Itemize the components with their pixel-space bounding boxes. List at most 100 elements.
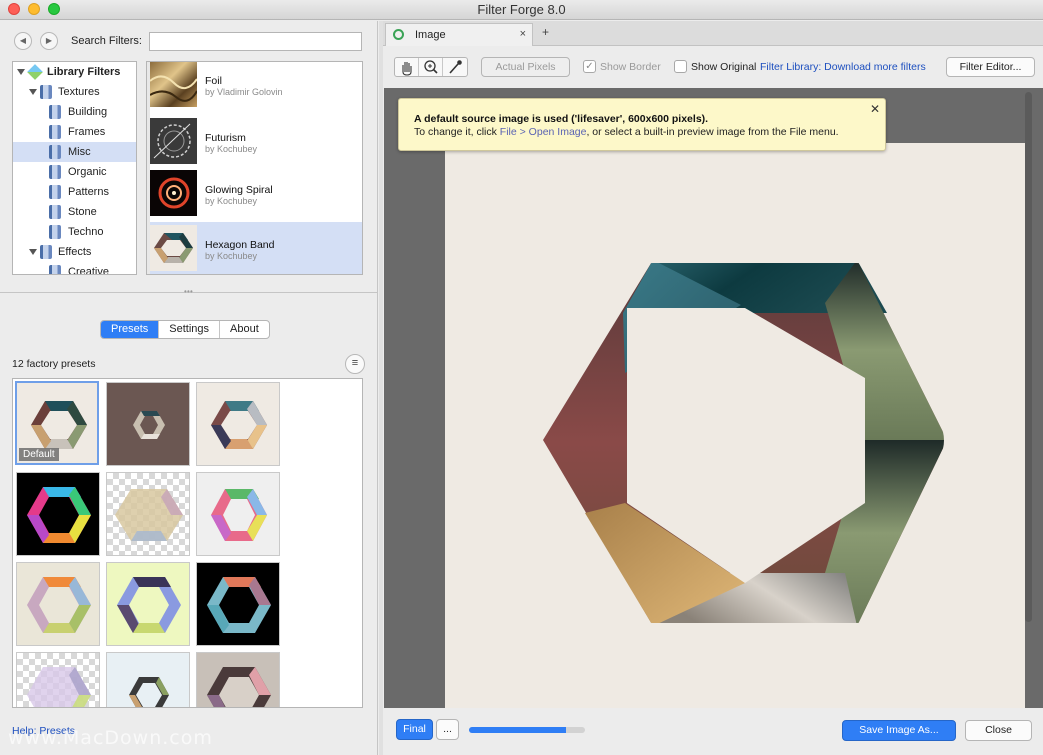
filter-library-link[interactable]: Filter Library: Download more filters <box>760 61 926 73</box>
filter-editor-button[interactable]: Filter Editor... <box>946 57 1035 77</box>
tab-settings[interactable]: Settings <box>159 321 221 338</box>
render-progress-bar <box>469 727 585 733</box>
tab-image[interactable]: Image × <box>385 23 533 46</box>
preset-menu-icon[interactable]: ≡ <box>345 354 365 374</box>
hexagon-preview-icon <box>27 577 91 633</box>
render-options-button[interactable]: ... <box>436 719 459 740</box>
tree-item-organic[interactable]: Organic <box>13 162 136 182</box>
notice-close-icon[interactable]: ✕ <box>870 102 880 116</box>
show-border-checkbox[interactable]: ✓ <box>583 60 596 73</box>
hand-tool-icon[interactable] <box>395 58 419 76</box>
settings-tab-control: Presets Settings About <box>100 320 270 339</box>
render-progress-fill <box>469 727 567 733</box>
tree-item-misc[interactable]: Misc <box>13 142 136 162</box>
tree-item-label: Building <box>68 106 108 118</box>
filter-name: Hexagon Band <box>205 239 275 251</box>
image-canvas[interactable]: A default source image is used ('lifesav… <box>384 88 1043 708</box>
filter-item-hexagon-band[interactable]: Hexagon Band by Kochubey <box>147 222 362 274</box>
filter-name: Foil <box>205 75 222 87</box>
splitter-grip-icon[interactable]: • • • <box>184 287 193 296</box>
filter-item-foil[interactable]: Foil by Vladimir Golovin <box>147 62 362 110</box>
hexagon-preview-icon <box>207 667 271 707</box>
hexagon-preview-icon <box>27 667 91 707</box>
filter-name: Glowing Spiral <box>205 184 273 196</box>
tree-item-stone[interactable]: Stone <box>13 202 136 222</box>
tab-presets[interactable]: Presets <box>101 321 160 338</box>
disclosure-triangle-icon[interactable] <box>17 69 25 75</box>
presets-grid: Default <box>12 378 363 708</box>
tree-item-label: Techno <box>68 226 104 238</box>
folder-icon <box>49 145 61 159</box>
final-render-button[interactable]: Final <box>396 719 433 740</box>
preset-thumbnail-12[interactable] <box>196 652 280 707</box>
library-cube-icon <box>27 64 43 80</box>
zoom-tool-icon[interactable] <box>419 58 443 76</box>
folder-icon <box>49 225 61 239</box>
filter-item-glowing-spiral[interactable]: Glowing Spiral by Kochubey <box>147 167 362 219</box>
open-image-link[interactable]: File > Open Image <box>500 126 587 138</box>
back-arrow-icon[interactable]: ◀ <box>14 32 32 50</box>
hexagon-band-render <box>536 257 950 629</box>
filter-item-futurism[interactable]: Futurism by Kochubey <box>147 115 362 167</box>
preset-thumbnail-8[interactable] <box>106 562 190 646</box>
tab-about[interactable]: About <box>220 321 269 338</box>
hexagon-preview-icon <box>133 411 165 439</box>
preset-thumbnail-6[interactable] <box>196 472 280 556</box>
eyedropper-tool-icon[interactable] <box>443 58 467 76</box>
preset-thumbnail-11[interactable] <box>106 652 190 707</box>
filter-list-scrollbar[interactable] <box>147 62 150 274</box>
filter-list: Foil by Vladimir Golovin Futurism by Koc… <box>146 61 363 275</box>
tree-item-creative[interactable]: Creative <box>13 262 136 274</box>
notice-text-suffix: , or select a built-in preview image fro… <box>586 126 839 138</box>
tree-item-library-filters[interactable]: Library Filters <box>13 62 136 82</box>
tree-item-building[interactable]: Building <box>13 102 136 122</box>
preset-thumbnail-1[interactable]: Default <box>15 381 99 465</box>
tree-item-techno[interactable]: Techno <box>13 222 136 242</box>
default-preset-label: Default <box>19 448 59 461</box>
source-image-notice: A default source image is used ('lifesav… <box>398 98 886 151</box>
disclosure-triangle-icon[interactable] <box>29 89 37 95</box>
tree-item-frames[interactable]: Frames <box>13 122 136 142</box>
preset-thumbnail-2[interactable] <box>106 382 190 466</box>
preset-thumbnail-10[interactable] <box>16 652 100 707</box>
tree-item-patterns[interactable]: Patterns <box>13 182 136 202</box>
search-filters-input[interactable] <box>149 32 362 51</box>
show-original-checkbox[interactable] <box>674 60 687 73</box>
tree-item-textures[interactable]: Textures <box>13 82 136 102</box>
filter-thumbnail-foil <box>150 62 197 107</box>
tab-image-label: Image <box>415 29 446 41</box>
preset-thumbnail-9[interactable] <box>196 562 280 646</box>
filter-name: Futurism <box>205 132 246 144</box>
tree-item-label: Library Filters <box>47 66 121 78</box>
preset-thumbnail-7[interactable] <box>16 562 100 646</box>
preset-thumbnail-4[interactable] <box>16 472 100 556</box>
tree-item-label: Patterns <box>68 186 109 198</box>
hexagon-preview-icon <box>207 577 271 633</box>
disclosure-triangle-icon[interactable] <box>29 249 37 255</box>
folder-icon <box>49 105 61 119</box>
watermark-text: www.MacDown.com <box>8 727 213 749</box>
preset-thumbnail-3[interactable] <box>196 382 280 466</box>
tree-item-effects[interactable]: Effects <box>13 242 136 262</box>
tab-close-icon[interactable]: × <box>520 28 526 40</box>
hexagon-preview-icon <box>27 487 91 543</box>
actual-pixels-button[interactable]: Actual Pixels <box>481 57 570 77</box>
search-filters-label: Search Filters: <box>71 35 142 47</box>
folder-icon <box>49 165 61 179</box>
save-image-button[interactable]: Save Image As... <box>842 720 956 741</box>
close-button[interactable]: Close <box>965 720 1032 741</box>
folder-icon <box>40 245 52 259</box>
left-pane: ◀ ▶ Search Filters: Library Filters Text… <box>0 21 378 755</box>
filter-thumbnail-futurism <box>150 118 197 164</box>
preset-thumbnail-5[interactable] <box>106 472 190 556</box>
filter-author: by Kochubey <box>205 144 258 154</box>
add-tab-icon[interactable]: + <box>542 25 549 39</box>
image-pane: Image × + Actual Pixels ✓ Show Border Sh… <box>383 21 1043 755</box>
preset-count-label: 12 factory presets <box>12 358 96 370</box>
forward-arrow-icon[interactable]: ▶ <box>40 32 58 50</box>
filter-thumbnail-hexagon-band <box>150 225 197 271</box>
filter-author: by Kochubey <box>205 251 258 261</box>
hexagon-preview-icon <box>117 577 181 633</box>
show-original-label: Show Original <box>691 61 757 73</box>
canvas-vertical-scrollbar[interactable] <box>1025 92 1032 622</box>
